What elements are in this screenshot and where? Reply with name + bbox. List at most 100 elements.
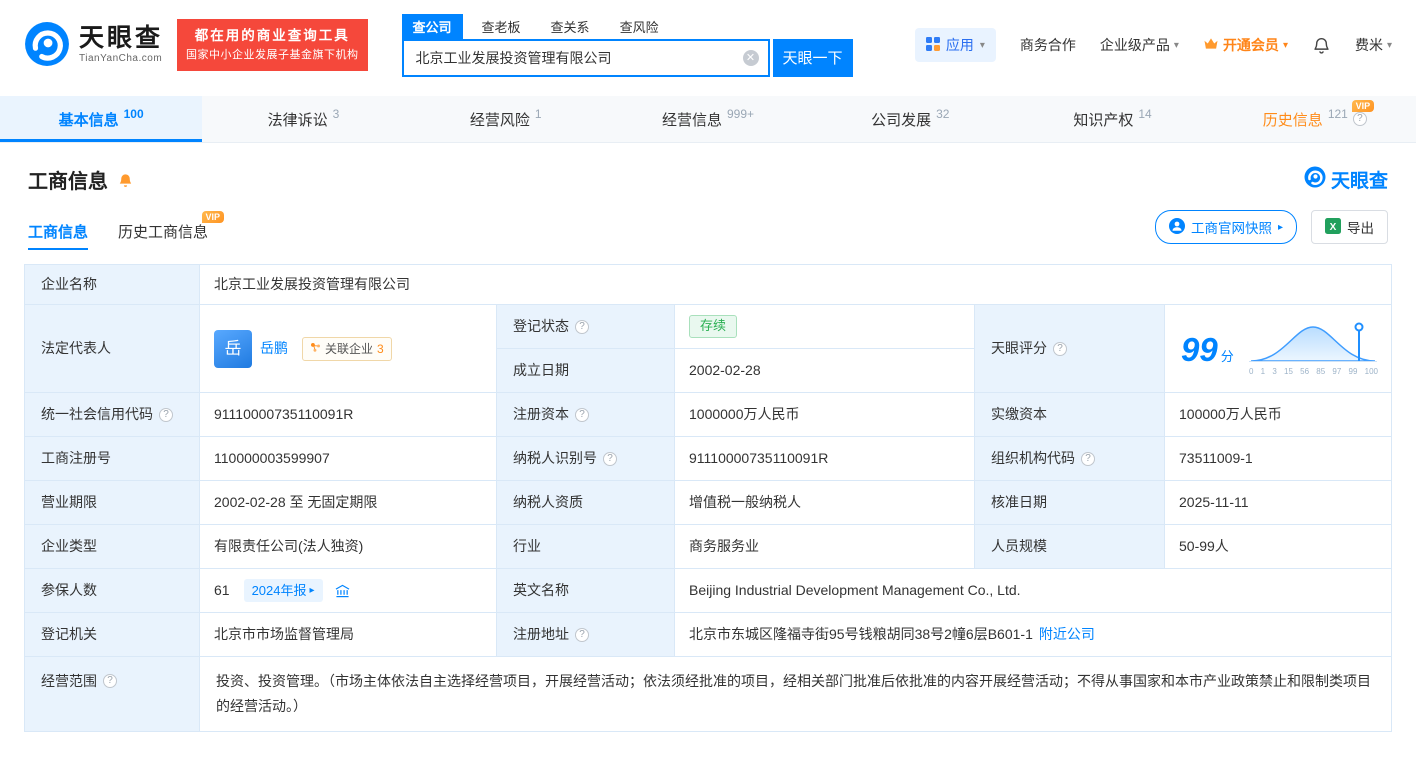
related-companies-count: 3 bbox=[377, 341, 384, 356]
excel-icon: X bbox=[1325, 217, 1341, 237]
paid-capital-value: 100000万人民币 bbox=[1165, 393, 1392, 437]
open-vip-menu[interactable]: 开通会员 ▾ bbox=[1203, 35, 1288, 55]
watermark-brand-name: 天眼查 bbox=[1330, 171, 1388, 192]
tab-label: 公司发展 bbox=[871, 111, 932, 129]
clear-icon[interactable]: ✕ bbox=[742, 49, 759, 66]
industry-value: 商务服务业 bbox=[675, 525, 975, 569]
tab-operation-info[interactable]: 经营信息 999+ bbox=[607, 96, 809, 142]
tab-intellectual-property[interactable]: 知识产权 14 bbox=[1011, 96, 1213, 142]
chevron-down-icon: ▾ bbox=[979, 39, 985, 51]
taxpayer-id-value: 91110000735110091R bbox=[675, 437, 975, 481]
credit-code-label: 统一社会信用代码 ? bbox=[25, 393, 200, 437]
apps-menu[interactable]: 应用 ▾ bbox=[914, 28, 996, 62]
snapshot-button-label: 工商官网快照 bbox=[1190, 221, 1272, 236]
tab-count: 999+ bbox=[726, 107, 754, 121]
tab-count: 32 bbox=[936, 107, 950, 121]
search-input[interactable] bbox=[401, 38, 770, 77]
search-tab-relation[interactable]: 查关系 bbox=[540, 14, 601, 39]
chevron-right-icon: ▸ bbox=[309, 585, 315, 596]
related-companies-label: 关联企业 bbox=[325, 341, 374, 356]
reg-authority-value: 北京市市场监督管理局 bbox=[200, 613, 497, 657]
reg-capital-label: 注册资本 ? bbox=[497, 393, 675, 437]
search-tabs: 查公司 查老板 查关系 查风险 bbox=[401, 13, 853, 39]
help-icon[interactable]: ? bbox=[159, 407, 173, 422]
company-type-value: 有限责任公司(法人独资) bbox=[200, 525, 497, 569]
help-icon[interactable]: ? bbox=[575, 407, 589, 422]
tab-company-development[interactable]: 公司发展 32 bbox=[809, 96, 1011, 142]
reg-capital-value: 1000000万人民币 bbox=[675, 393, 975, 437]
header-menu: 应用 ▾ 商务合作 企业级产品 ▾ 开通会员 ▾ 费米 ▾ bbox=[914, 28, 1392, 62]
approval-date-label: 核准日期 bbox=[975, 481, 1165, 525]
tab-operation-risk[interactable]: 经营风险 1 bbox=[405, 96, 607, 142]
legal-rep-link[interactable]: 岳鹏 bbox=[260, 338, 288, 359]
reg-authority-label: 登记机关 bbox=[25, 613, 200, 657]
nearby-companies-link[interactable]: 附近公司 bbox=[1039, 624, 1095, 645]
export-button-label: 导出 bbox=[1347, 221, 1374, 236]
address-value: 北京市东城区隆福寺街95号钱粮胡同38号2幢6层B601-1 附近公司 bbox=[675, 613, 1392, 657]
tab-basic-info[interactable]: 基本信息 100 bbox=[0, 96, 203, 142]
reg-status-value: 存续 bbox=[675, 305, 975, 349]
search-tab-boss[interactable]: 查老板 bbox=[471, 14, 532, 39]
staff-size-label: 人员规模 bbox=[975, 525, 1165, 569]
business-scope-value: 投资、投资管理。（市场主体依法自主选择经营项目，开展经营活动；依法须经批准的项目… bbox=[200, 657, 1392, 733]
subtab-business-info[interactable]: 工商信息 bbox=[28, 211, 88, 250]
legal-rep-avatar[interactable]: 岳 bbox=[214, 329, 252, 368]
top-header: 天眼查 TianYanCha.com 都在用的商业查询工具 国家中小企业发展子基… bbox=[0, 0, 1416, 90]
business-cooperation-link[interactable]: 商务合作 bbox=[1020, 35, 1076, 55]
official-snapshot-button[interactable]: 工商官网快照 ▸ bbox=[1154, 210, 1297, 244]
open-vip-label: 开通会员 bbox=[1222, 37, 1279, 53]
search-tab-company[interactable]: 查公司 bbox=[401, 13, 463, 39]
business-scope-label: 经营范围 ? bbox=[25, 657, 200, 733]
tianyancha-logo[interactable]: 天眼查 TianYanCha.com bbox=[24, 21, 163, 70]
tab-label: 经营风险 bbox=[469, 111, 530, 129]
tianyancha-logo-icon bbox=[1304, 166, 1326, 194]
related-companies-tag[interactable]: 关联企业 3 bbox=[302, 336, 392, 361]
section-title: 工商信息 bbox=[28, 171, 108, 193]
subtab-history-business-info[interactable]: 历史工商信息 VIP bbox=[118, 211, 225, 250]
annual-report-badge[interactable]: 2024年报 ▸ bbox=[243, 578, 323, 603]
help-icon[interactable]: ? bbox=[1081, 451, 1095, 466]
subscribe-bell-icon[interactable] bbox=[117, 171, 134, 189]
vip-badge: VIP bbox=[1351, 100, 1375, 112]
help-icon[interactable]: ? bbox=[1352, 112, 1367, 126]
score-axis-labels: 0 1 3 15 56 85 97 99 100 bbox=[1249, 367, 1378, 376]
export-button[interactable]: X 导出 bbox=[1311, 210, 1388, 244]
tab-legal-litigation[interactable]: 法律诉讼 3 bbox=[202, 96, 404, 142]
vip-badge: VIP bbox=[201, 211, 225, 223]
org-code-label: 组织机构代码 ? bbox=[975, 437, 1165, 481]
notification-bell-icon[interactable] bbox=[1312, 35, 1331, 55]
reg-status-label: 登记状态 ? bbox=[497, 305, 675, 349]
company-type-label: 企业类型 bbox=[25, 525, 200, 569]
help-icon[interactable]: ? bbox=[575, 627, 589, 642]
enterprise-products-label: 企业级产品 bbox=[1099, 37, 1170, 53]
company-name-label: 企业名称 bbox=[25, 265, 200, 305]
chevron-down-icon: ▾ bbox=[1173, 39, 1179, 51]
business-term-value: 2002-02-28 至 无固定期限 bbox=[200, 481, 497, 525]
tab-history-info[interactable]: VIP 历史信息 121 ? bbox=[1214, 96, 1416, 142]
paid-capital-label: 实缴资本 bbox=[975, 393, 1165, 437]
enterprise-products-menu[interactable]: 企业级产品 ▾ bbox=[1100, 35, 1179, 55]
status-badge: 存续 bbox=[689, 315, 738, 338]
tab-label: 知识产权 bbox=[1073, 111, 1134, 129]
tab-label: 法律诉讼 bbox=[267, 111, 328, 129]
chevron-down-icon: ▾ bbox=[1282, 39, 1288, 51]
approval-date-value: 2025-11-11 bbox=[1165, 481, 1392, 525]
slogan-line1: 都在用的商业查询工具 bbox=[194, 28, 350, 44]
tianyancha-logo-icon bbox=[24, 21, 70, 70]
tab-count: 121 bbox=[1327, 107, 1348, 121]
help-icon[interactable]: ? bbox=[575, 319, 589, 334]
crown-icon bbox=[1203, 37, 1219, 53]
score-value[interactable]: 99 分 0 1 3 15 56 85 97 99 100 bbox=[1165, 305, 1392, 393]
help-icon[interactable]: ? bbox=[1053, 341, 1067, 356]
insured-label: 参保人数 bbox=[25, 569, 200, 613]
search-button[interactable]: 天眼一下 bbox=[772, 38, 853, 77]
search-tab-risk[interactable]: 查风险 bbox=[609, 14, 670, 39]
user-menu[interactable]: 费米 ▾ bbox=[1355, 35, 1392, 55]
insured-value: 61 2024年报 ▸ bbox=[200, 569, 497, 613]
tab-label: 经营信息 bbox=[661, 111, 722, 129]
help-icon[interactable]: ? bbox=[603, 451, 617, 466]
help-icon[interactable]: ? bbox=[103, 674, 117, 688]
slogan-banner: 都在用的商业查询工具 国家中小企业发展子基金旗下机构 bbox=[177, 19, 368, 71]
tianyancha-page: 天眼查 TianYanCha.com 都在用的商业查询工具 国家中小企业发展子基… bbox=[0, 0, 1416, 762]
score-number: 99 bbox=[1181, 330, 1218, 368]
